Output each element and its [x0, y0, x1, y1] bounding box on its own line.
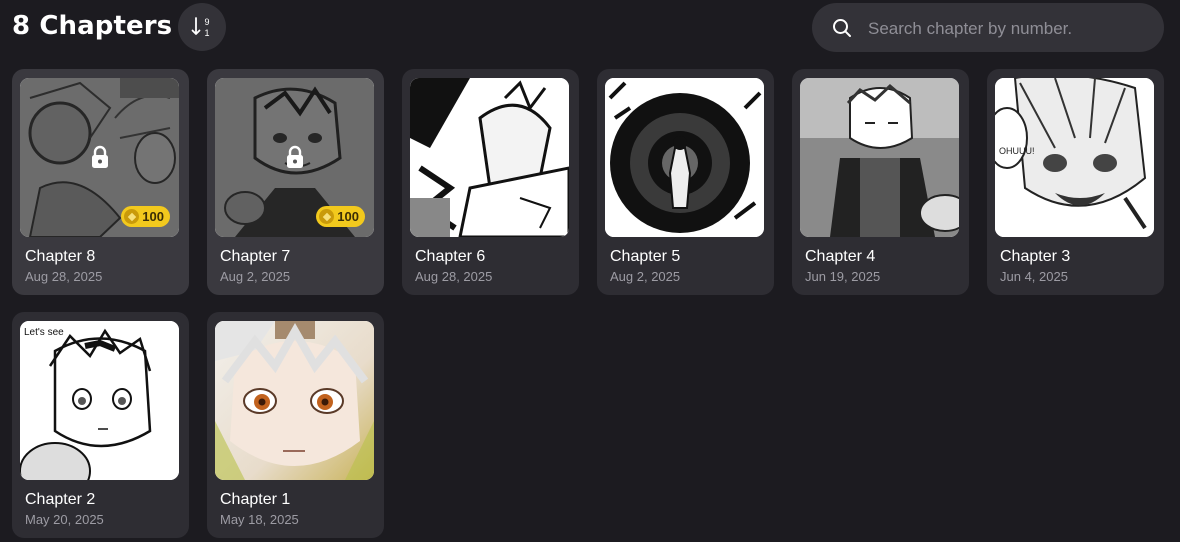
price-value: 100	[142, 209, 164, 224]
chapter-date: Aug 28, 2025	[415, 269, 493, 284]
chapter-card[interactable]: Chapter 1 May 18, 2025	[207, 312, 384, 538]
chapter-card[interactable]: Chapter 4 Jun 19, 2025	[792, 69, 969, 295]
chapter-card[interactable]: 100 Chapter 7 Aug 2, 2025	[207, 69, 384, 295]
coin-icon	[124, 209, 140, 224]
chapter-thumbnail	[605, 78, 764, 237]
chapter-title: Chapter 8	[25, 248, 96, 265]
chapters-header: 8 Chapters 9 1	[0, 0, 1180, 60]
chapter-title: Chapter 2	[25, 491, 96, 508]
chapter-thumbnail: 100	[20, 78, 179, 237]
chapter-thumbnail: Let's see	[20, 321, 179, 480]
chapter-thumbnail	[410, 78, 569, 237]
coin-icon	[319, 209, 335, 224]
chapter-card[interactable]: Chapter 5 Aug 2, 2025	[597, 69, 774, 295]
coin-price-badge: 100	[121, 206, 170, 227]
price-value: 100	[337, 209, 359, 224]
chapter-thumbnail	[215, 321, 374, 480]
chapter-date: May 20, 2025	[25, 512, 104, 527]
search-bar	[812, 3, 1164, 54]
chapter-title: Chapter 6	[415, 248, 486, 265]
svg-text:1: 1	[204, 28, 209, 38]
chapter-card[interactable]: Chapter 6 Aug 28, 2025	[402, 69, 579, 295]
coin-price-badge: 100	[316, 206, 365, 227]
chapter-date: May 18, 2025	[220, 512, 299, 527]
sort-button[interactable]: 9 1	[178, 3, 226, 51]
chapter-count-title: 8 Chapters	[12, 11, 173, 41]
search-icon	[833, 19, 851, 37]
chapter-date: Jun 19, 2025	[805, 269, 881, 284]
svg-text:Let's see: Let's see	[24, 327, 64, 338]
svg-text:OHUUU!: OHUUU!	[999, 146, 1035, 156]
chapter-thumbnail: OHUUU!	[995, 78, 1154, 237]
chapter-card[interactable]: Let's see Chapter 2 May 20, 2025	[12, 312, 189, 538]
chapter-title: Chapter 3	[1000, 248, 1071, 265]
chapter-card[interactable]: OHUUU! Chapter 3 Jun 4, 2025	[987, 69, 1164, 295]
chapter-date: Aug 28, 2025	[25, 269, 103, 284]
chapter-card[interactable]: 100 Chapter 8 Aug 28, 2025	[12, 69, 189, 295]
chapter-thumbnail: 100	[215, 78, 374, 237]
chapter-title: Chapter 5	[610, 248, 681, 265]
chapter-title: Chapter 1	[220, 491, 291, 508]
svg-text:9: 9	[204, 17, 209, 27]
chapter-thumbnail	[800, 78, 959, 237]
chapter-title: Chapter 4	[805, 248, 876, 265]
search-input[interactable]	[866, 3, 1155, 54]
chapter-date: Aug 2, 2025	[220, 269, 291, 284]
chapter-title: Chapter 7	[220, 248, 291, 265]
lock-icon	[92, 145, 108, 168]
chapter-date: Jun 4, 2025	[1000, 269, 1068, 284]
sort-descending-9-1-icon: 9 1	[191, 17, 210, 38]
lock-icon	[287, 145, 303, 168]
chapter-date: Aug 2, 2025	[610, 269, 681, 284]
